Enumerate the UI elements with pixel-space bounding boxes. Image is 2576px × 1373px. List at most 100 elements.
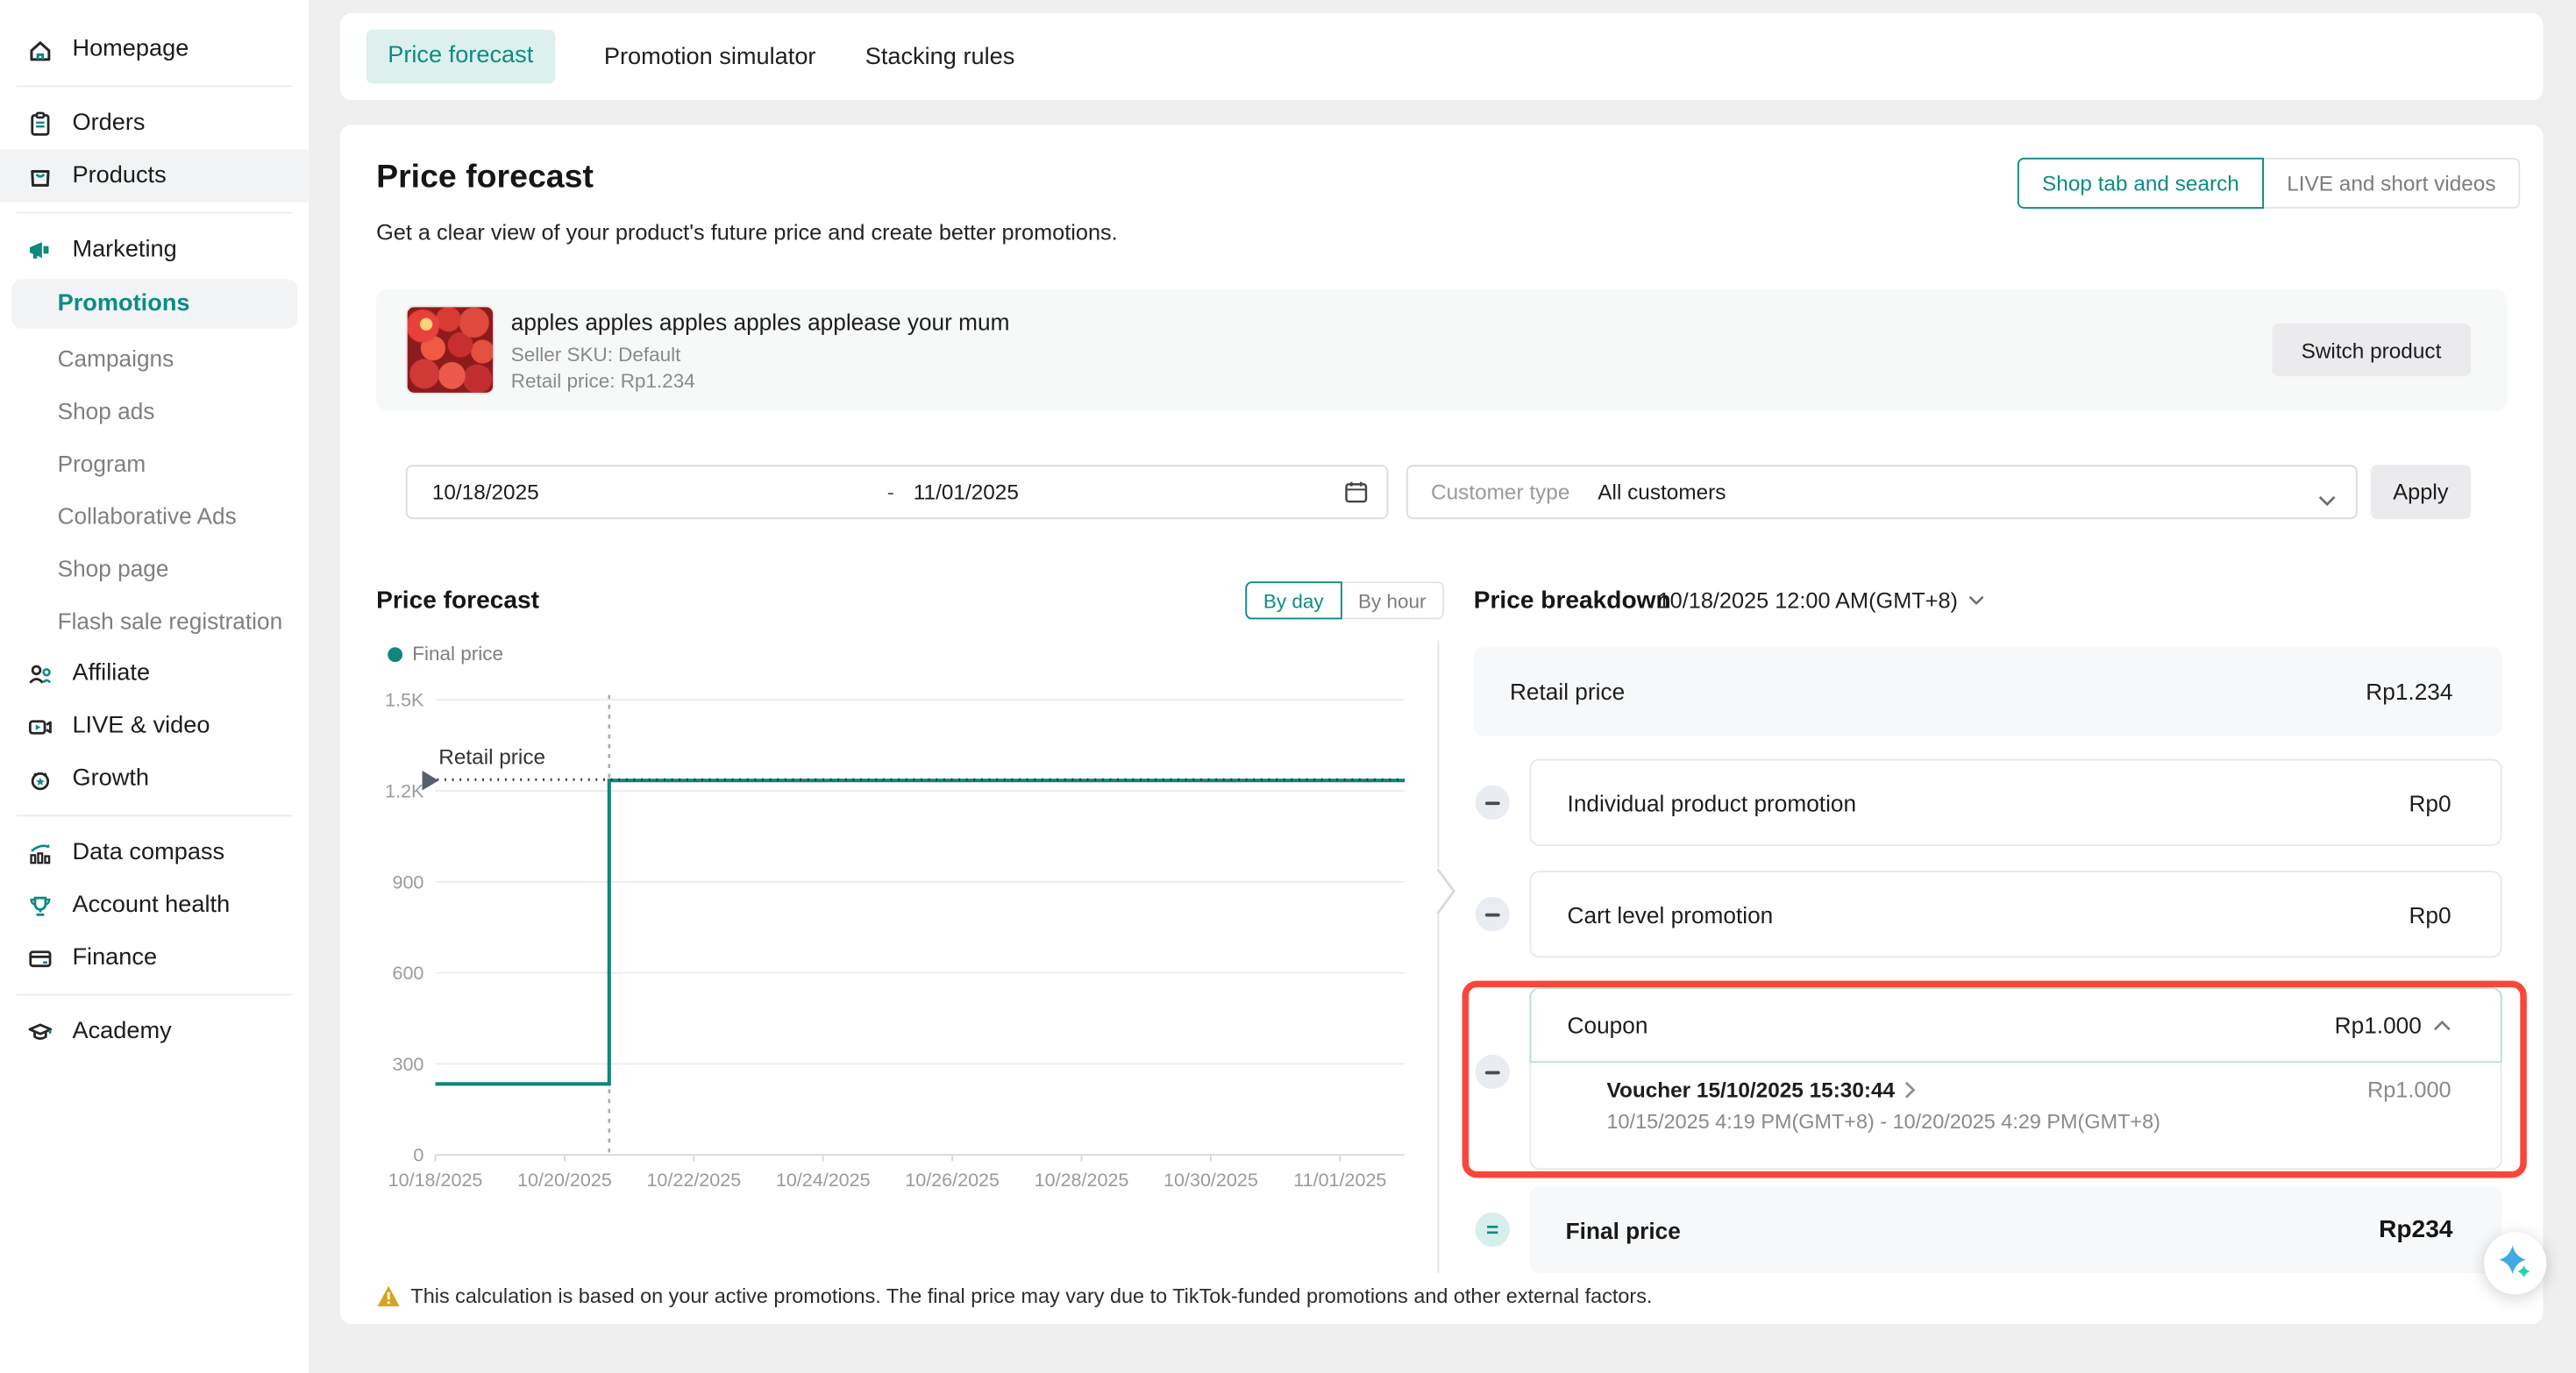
minus-icon[interactable]	[1476, 897, 1510, 931]
date-start-value[interactable]: 10/18/2025	[432, 480, 539, 504]
date-end-value[interactable]: 11/01/2025	[914, 480, 1019, 504]
sidebar-item-live-video[interactable]: LIVE & video	[0, 700, 309, 752]
toggle-shop-tab-and-search[interactable]: Shop tab and search	[2017, 158, 2264, 209]
sidebar-item-academy[interactable]: Academy	[0, 1006, 309, 1058]
chevron-up-icon[interactable]	[2433, 1020, 2451, 1031]
svg-text:900: 900	[392, 871, 423, 893]
customer-type-select[interactable]: Customer type All customers	[1406, 465, 2358, 519]
apply-button[interactable]: Apply	[2371, 465, 2471, 519]
svg-text:300: 300	[392, 1054, 423, 1075]
warning-icon	[376, 1284, 401, 1307]
legend-dot-final-price	[388, 646, 402, 661]
sidebar-item-affiliate[interactable]: Affiliate	[0, 647, 309, 700]
megaphone-icon	[26, 236, 54, 264]
calendar-icon[interactable]	[1344, 480, 1369, 509]
graduation-cap-icon	[26, 1018, 54, 1046]
page-subtitle: Get a clear view of your product's futur…	[376, 220, 1118, 245]
final-price-label: Final price	[1566, 1216, 1681, 1242]
sidebar-item-shop-page[interactable]: Shop page	[0, 542, 309, 594]
sidebar-item-label: Marketing	[72, 237, 176, 263]
chart-legend: Final price	[388, 643, 503, 665]
svg-text:10/28/2025: 10/28/2025	[1035, 1170, 1129, 1191]
sidebar-item-label: Account health	[72, 892, 230, 918]
sidebar-item-flash-sale-registration[interactable]: Flash sale registration	[0, 594, 309, 647]
chevron-right-icon	[1904, 1081, 1916, 1099]
sidebar-item-products[interactable]: Products	[0, 150, 309, 203]
svg-text:0: 0	[413, 1145, 423, 1166]
tab-price-forecast[interactable]: Price forecast	[366, 30, 555, 84]
sidebar-item-label: Growth	[72, 765, 149, 792]
minus-icon[interactable]	[1476, 786, 1510, 820]
switch-product-button[interactable]: Switch product	[2272, 324, 2471, 376]
coupon-row[interactable]: Coupon Rp1.000	[1529, 987, 2501, 1063]
retail-price-row: Retail price Rp1.234	[1474, 647, 2502, 736]
voucher-name-text: Voucher 15/10/2025 15:30:44	[1607, 1078, 1896, 1102]
svg-text:10/24/2025: 10/24/2025	[776, 1170, 871, 1191]
product-image	[406, 306, 495, 395]
toggle-live-and-short-videos[interactable]: LIVE and short videos	[2264, 158, 2521, 209]
sidebar-item-finance[interactable]: Finance	[0, 931, 309, 984]
sidebar-item-label: Orders	[72, 110, 145, 137]
toggle-by-day[interactable]: By day	[1245, 581, 1341, 619]
sidebar-item-growth[interactable]: Growth	[0, 752, 309, 805]
svg-text:10/30/2025: 10/30/2025	[1163, 1170, 1258, 1191]
video-camera-icon	[26, 712, 54, 740]
sidebar-item-collaborative-ads[interactable]: Collaborative Ads	[0, 489, 309, 542]
assistant-fab[interactable]	[2484, 1232, 2546, 1294]
date-range-input[interactable]: 10/18/2025 - 11/01/2025	[406, 465, 1388, 519]
voucher-link[interactable]: Voucher 15/10/2025 15:30:44	[1607, 1078, 1917, 1102]
svg-text:10/20/2025: 10/20/2025	[517, 1170, 612, 1191]
equals-glyph: =	[1486, 1219, 1498, 1240]
trophy-icon	[26, 891, 54, 919]
coupon-voucher-detail: Voucher 15/10/2025 15:30:44 Rp1.000 10/1…	[1529, 1063, 2501, 1170]
product-retail-price: Retail price: Rp1.234	[511, 370, 695, 393]
breakdown-datetime-select[interactable]: 10/18/2025 12:00 AM(GMT+8)	[1658, 588, 1984, 613]
svg-text:10/18/2025: 10/18/2025	[388, 1170, 483, 1191]
sidebar-divider	[17, 994, 293, 996]
equals-icon: =	[1476, 1213, 1510, 1247]
collapse-chevron-icon[interactable]	[1436, 867, 1459, 923]
toggle-by-hour[interactable]: By hour	[1341, 581, 1444, 619]
sidebar-item-orders[interactable]: Orders	[0, 97, 309, 150]
sidebar-item-label: Shop ads	[58, 397, 155, 423]
sidebar-item-marketing[interactable]: Marketing	[0, 224, 309, 276]
orders-icon	[26, 110, 54, 138]
product-seller-sku: Seller SKU: Default	[511, 344, 681, 366]
chevron-down-icon	[2318, 487, 2337, 516]
sidebar-divider	[17, 212, 293, 214]
retail-price-label: Retail price	[1510, 679, 1625, 705]
minus-icon[interactable]	[1476, 1055, 1510, 1089]
sidebar-item-data-compass[interactable]: Data compass	[0, 826, 309, 879]
sidebar-divider	[17, 815, 293, 816]
sidebar-item-label: Campaigns	[58, 345, 174, 371]
cart-promotion-label: Cart level promotion	[1568, 901, 1774, 928]
sidebar-item-label: Data compass	[72, 839, 224, 865]
sidebar-item-shop-ads[interactable]: Shop ads	[0, 384, 309, 437]
sidebar-divider	[17, 85, 293, 87]
sidebar-item-label: Program	[58, 450, 146, 476]
final-price-row: Final price Rp234	[1529, 1186, 2501, 1273]
sidebar-item-homepage[interactable]: Homepage	[0, 23, 309, 75]
home-icon	[26, 35, 54, 63]
price-forecast-chart: 03006009001.2K1.5K10/18/202510/20/202510…	[376, 682, 1441, 1211]
page-title: Price forecast	[376, 160, 594, 197]
sidebar-item-account-health[interactable]: Account health	[0, 879, 309, 931]
sidebar-item-label: Finance	[72, 944, 157, 971]
disclaimer: This calculation is based on your active…	[376, 1284, 1652, 1309]
svg-text:1.5K: 1.5K	[385, 690, 424, 711]
growth-icon	[26, 765, 54, 793]
cart-promotion-value: Rp0	[2409, 901, 2451, 928]
sidebar-item-promotions[interactable]: Promotions	[11, 280, 297, 329]
breakdown-datetime-value: 10/18/2025 12:00 AM(GMT+8)	[1658, 588, 1958, 613]
granularity-toggle: By day By hour	[1245, 581, 1444, 619]
tab-promotion-simulator[interactable]: Promotion simulator	[604, 44, 816, 70]
sidebar-item-label: Shop page	[58, 555, 169, 581]
panel-divider	[1438, 641, 1440, 868]
minus-glyph	[1485, 800, 1500, 804]
individual-promotion-value: Rp0	[2409, 789, 2451, 815]
customer-type-value: All customers	[1598, 480, 1726, 504]
tab-stacking-rules[interactable]: Stacking rules	[865, 44, 1015, 70]
sidebar-item-campaigns[interactable]: Campaigns	[0, 331, 309, 384]
sidebar-item-program[interactable]: Program	[0, 437, 309, 489]
sparkle-icon	[2495, 1243, 2535, 1283]
